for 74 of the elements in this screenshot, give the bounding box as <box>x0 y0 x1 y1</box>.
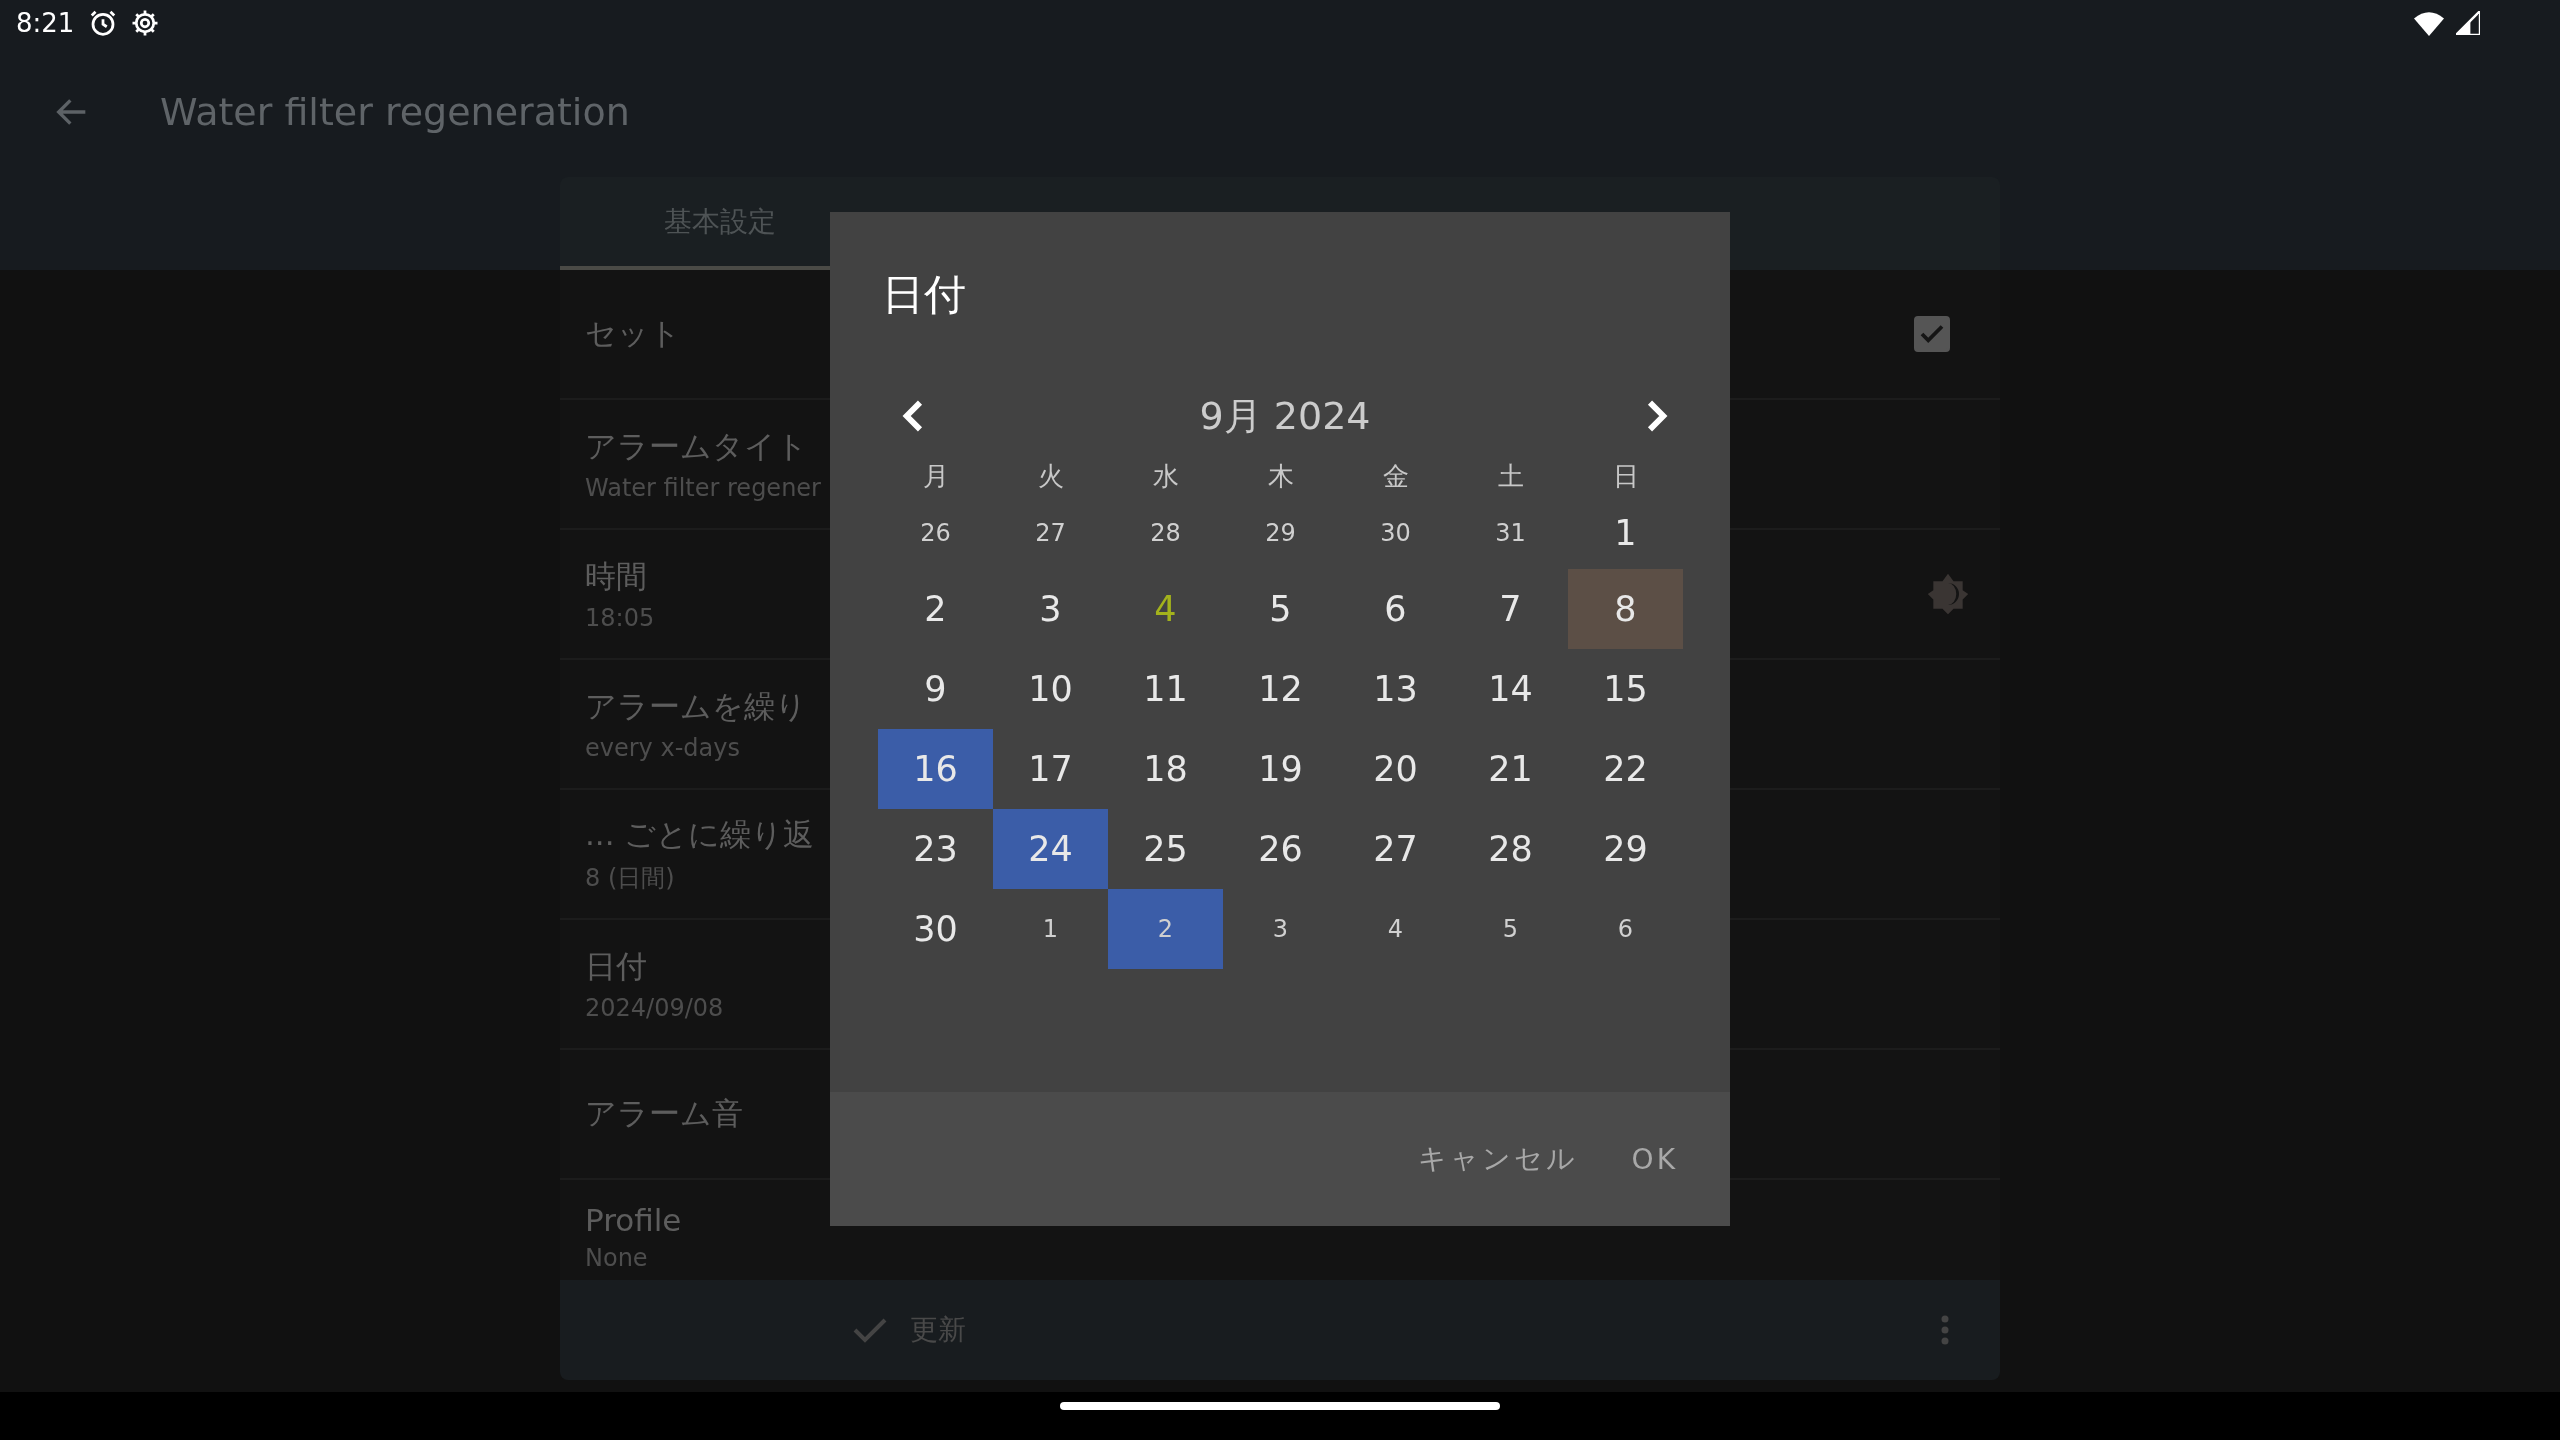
setting-label: ... ごとに繰り返 <box>585 815 815 854</box>
calendar-day[interactable]: 30 <box>1338 497 1453 569</box>
calendar-day[interactable]: 25 <box>1108 809 1223 889</box>
month-label: 9月 2024 <box>1198 392 1372 440</box>
calendar-day[interactable]: 18 <box>1108 729 1223 809</box>
setting-label: 時間 <box>585 557 647 596</box>
weekday-label: 月 <box>921 459 950 493</box>
setting-label: Profile <box>585 1202 682 1238</box>
screen-title: Water filter regeneration <box>160 89 630 134</box>
calendar-day[interactable]: 14 <box>1453 649 1568 729</box>
weekday-label: 土 <box>1496 459 1525 493</box>
weekday-label: 金 <box>1381 459 1410 493</box>
checkbox[interactable] <box>1914 316 1950 352</box>
calendar-day[interactable]: 13 <box>1338 649 1453 729</box>
calendar-day[interactable]: 26 <box>1223 809 1338 889</box>
setting-label: セット <box>585 314 681 353</box>
weekday-label: 木 <box>1266 459 1295 493</box>
calendar-day[interactable]: 11 <box>1108 649 1223 729</box>
settings-icon <box>130 8 161 38</box>
setting-label: アラーム音 <box>585 1094 743 1133</box>
calendar-day[interactable]: 26 <box>878 497 993 569</box>
setting-label: アラームタイト <box>585 427 808 466</box>
calendar-day[interactable]: 27 <box>993 497 1108 569</box>
calendar-day[interactable]: 30 <box>878 889 993 969</box>
home-handle[interactable] <box>1060 1402 1500 1410</box>
calendar-day[interactable]: 27 <box>1338 809 1453 889</box>
calendar-day[interactable]: 5 <box>1453 889 1568 969</box>
calendar-day[interactable]: 16 <box>878 729 993 809</box>
more-menu-icon[interactable] <box>1940 1315 1950 1345</box>
calendar-day[interactable]: 19 <box>1223 729 1338 809</box>
status-time: 8:21 <box>16 8 75 38</box>
calendar-day[interactable]: 12 <box>1223 649 1338 729</box>
wifi-icon <box>2414 10 2444 36</box>
calendar-day[interactable]: 22 <box>1568 729 1683 809</box>
calendar-day[interactable]: 29 <box>1568 809 1683 889</box>
weekday-label: 水 <box>1151 459 1180 493</box>
calendar-day[interactable]: 2 <box>878 569 993 649</box>
calendar-day[interactable]: 8 <box>1568 569 1683 649</box>
setting-value: 8 (日間) <box>585 863 675 894</box>
calendar-day[interactable]: 1 <box>993 889 1108 969</box>
calendar-day[interactable]: 3 <box>993 569 1108 649</box>
calendar-day[interactable]: 17 <box>993 729 1108 809</box>
calendar-day[interactable]: 5 <box>1223 569 1338 649</box>
setting-value: 2024/09/08 <box>585 994 724 1022</box>
calendar-day[interactable]: 3 <box>1223 889 1338 969</box>
calendar-day[interactable]: 24 <box>993 809 1108 889</box>
setting-label: アラームを繰り <box>585 687 807 726</box>
weekday-label: 火 <box>1036 459 1065 493</box>
setting-value: None <box>585 1244 648 1272</box>
calendar-day[interactable]: 9 <box>878 649 993 729</box>
calendar-day[interactable]: 10 <box>993 649 1108 729</box>
calendar-day[interactable]: 15 <box>1568 649 1683 729</box>
calendar-day[interactable]: 4 <box>1338 889 1453 969</box>
calendar-day[interactable]: 2 <box>1108 889 1223 969</box>
calendar-day[interactable]: 4 <box>1108 569 1223 649</box>
calendar-day[interactable]: 6 <box>1338 569 1453 649</box>
setting-label: 日付 <box>585 947 647 986</box>
signal-icon <box>2456 11 2480 35</box>
calendar-day[interactable]: 20 <box>1338 729 1453 809</box>
calendar-day[interactable]: 6 <box>1568 889 1683 969</box>
calendar-day[interactable]: 31 <box>1453 497 1568 569</box>
dialog-title: 日付 <box>881 269 967 321</box>
weekday-label: 日 <box>1611 459 1640 493</box>
calendar-day[interactable]: 23 <box>878 809 993 889</box>
calendar-day[interactable]: 28 <box>1453 809 1568 889</box>
setting-value: 18:05 <box>585 604 655 632</box>
setting-value: Water filter regener <box>585 474 821 502</box>
calendar-day[interactable]: 7 <box>1453 569 1568 649</box>
calendar-day[interactable]: 21 <box>1453 729 1568 809</box>
calendar-day[interactable]: 28 <box>1108 497 1223 569</box>
setting-value: every x-days <box>585 734 740 762</box>
calendar-day[interactable]: 29 <box>1223 497 1338 569</box>
brightness-icon[interactable] <box>1926 572 1970 616</box>
calendar-day[interactable]: 1 <box>1568 497 1683 569</box>
